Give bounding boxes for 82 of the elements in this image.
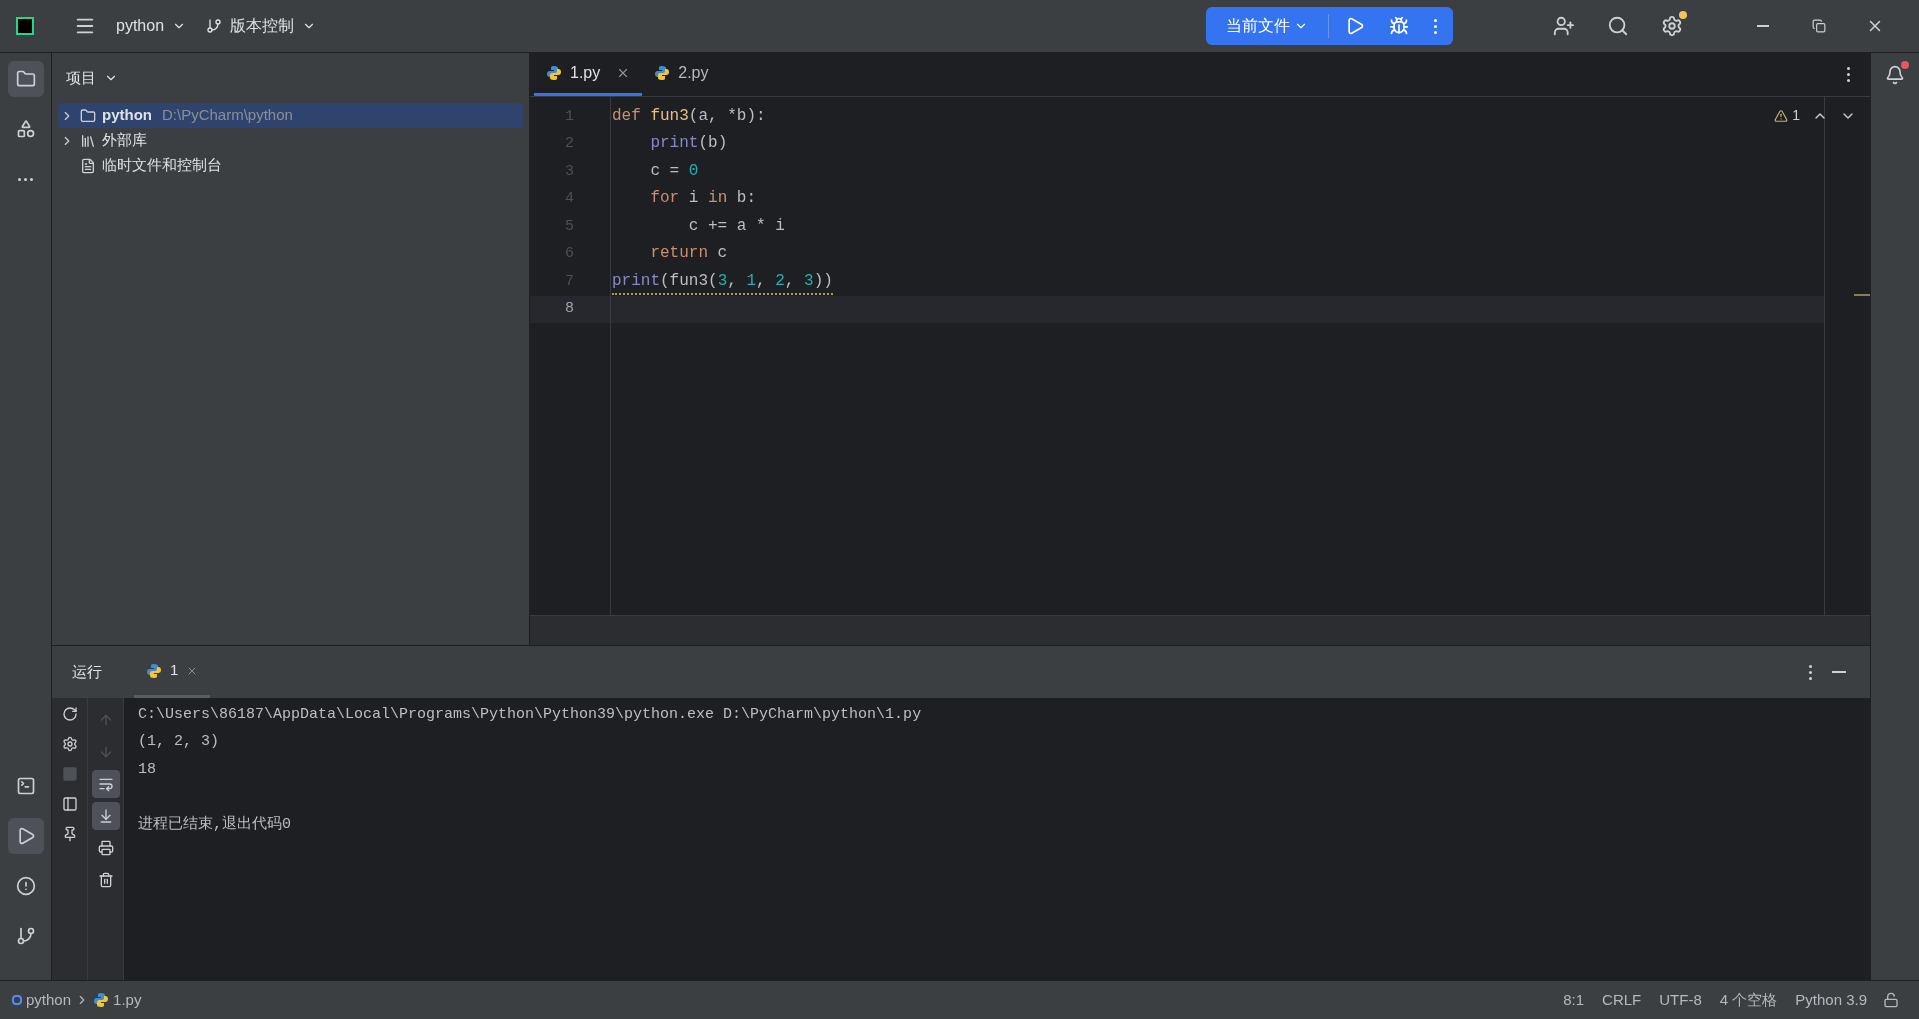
python-file-icon bbox=[146, 662, 162, 679]
line-number: 8 bbox=[565, 299, 574, 319]
list-icon bbox=[80, 157, 96, 174]
python-file-icon bbox=[546, 65, 562, 81]
console-line: 18 bbox=[138, 759, 156, 780]
bell-icon bbox=[1885, 65, 1905, 85]
status-item[interactable]: UTF-8 bbox=[1659, 988, 1702, 1012]
more-icon[interactable] bbox=[1846, 66, 1850, 83]
code-line: c += a * i bbox=[687, 215, 785, 237]
editor-tab[interactable]: 2.py bbox=[642, 53, 721, 96]
panel-title: 运行 bbox=[71, 661, 103, 682]
module-icon bbox=[12, 995, 22, 1005]
tree-item-label: 外部库 bbox=[102, 130, 147, 151]
minimize-icon bbox=[1757, 25, 1769, 27]
folder-icon bbox=[15, 69, 36, 89]
more-icon bbox=[1433, 18, 1437, 34]
console-line: C:\Users\86187\AppData\Local\Programs\Python\Python39\python.exe D:\PyCharm\python\1.py bbox=[138, 704, 922, 725]
vcs-dropdown[interactable]: 版本控制 bbox=[206, 14, 317, 38]
printer-icon bbox=[97, 840, 114, 856]
warning-icon bbox=[1774, 108, 1789, 123]
python-file-icon bbox=[654, 65, 671, 81]
status-item[interactable]: 8:1 bbox=[1563, 988, 1585, 1012]
breadcrumb[interactable]: 1.py bbox=[93, 988, 142, 1012]
settings-icon[interactable] bbox=[61, 736, 78, 752]
console-line: 进程已结束,退出代码0 bbox=[138, 814, 291, 835]
settings-icon bbox=[1661, 15, 1683, 37]
more-icon[interactable] bbox=[1808, 664, 1812, 680]
play-icon bbox=[1345, 16, 1365, 36]
shapes-icon bbox=[15, 119, 36, 139]
tree-item[interactable]: python D:\PyCharm\python bbox=[58, 103, 523, 128]
search-icon bbox=[1607, 15, 1629, 37]
code-line: return c bbox=[649, 243, 728, 265]
app-logo-icon bbox=[16, 17, 34, 35]
branch-icon bbox=[206, 18, 223, 34]
code-line: c = 0 bbox=[649, 160, 699, 182]
tree-item[interactable]: 临时文件和控制台 bbox=[58, 153, 523, 178]
layout-icon[interactable] bbox=[61, 796, 78, 812]
run-tool-button[interactable] bbox=[7, 818, 44, 854]
code-line: print(fun3(3, 1, 2, 3)) bbox=[612, 268, 833, 295]
editor-tab[interactable]: 1.py bbox=[534, 53, 643, 96]
tree-item-label: python bbox=[102, 105, 152, 126]
status-item[interactable]: Python 3.9 bbox=[1795, 988, 1867, 1012]
scroll-to-end-button[interactable] bbox=[91, 802, 120, 830]
more-icon bbox=[17, 177, 34, 181]
search-button[interactable] bbox=[1607, 15, 1629, 37]
folder-icon bbox=[80, 107, 96, 124]
branch-icon bbox=[15, 926, 36, 946]
breadcrumb-label: python bbox=[26, 989, 72, 1010]
project-tool-button[interactable] bbox=[7, 61, 44, 97]
library-icon bbox=[80, 132, 96, 149]
add-user-icon bbox=[1553, 15, 1575, 37]
restore-icon bbox=[1812, 19, 1826, 33]
tree-item[interactable]: 外部库 bbox=[58, 128, 523, 153]
run-tab[interactable]: 1 bbox=[134, 646, 211, 698]
status-item[interactable]: 4 个空格 bbox=[1719, 988, 1778, 1012]
terminal-icon bbox=[15, 776, 36, 796]
warning-marker bbox=[1854, 294, 1870, 296]
trash-icon bbox=[97, 872, 114, 888]
breadcrumb-label: 1.py bbox=[113, 989, 142, 1010]
python-file-icon bbox=[93, 992, 110, 1008]
tree-item-label: 临时文件和控制台 bbox=[102, 155, 222, 176]
run-config-dropdown[interactable]: 当前文件 bbox=[1214, 14, 1320, 38]
lock-icon[interactable] bbox=[1883, 992, 1899, 1008]
tab-label: 1.py bbox=[570, 63, 601, 83]
alert-icon bbox=[15, 876, 36, 896]
bug-icon bbox=[1389, 16, 1409, 36]
code-line: def fun3(a, *b): bbox=[612, 105, 766, 127]
breadcrumb[interactable]: python bbox=[12, 988, 72, 1012]
rerun-icon[interactable] bbox=[61, 706, 78, 722]
code-line: print(b) bbox=[649, 133, 728, 155]
project-dropdown[interactable]: python bbox=[116, 14, 187, 38]
soft-wrap-button[interactable] bbox=[91, 770, 120, 798]
tab-label: 2.py bbox=[678, 63, 709, 83]
console-line: (1, 2, 3) bbox=[138, 732, 219, 752]
tab-label: 1 bbox=[170, 660, 179, 681]
code-line: for i in b: bbox=[649, 188, 757, 210]
soft-wrap-icon bbox=[97, 776, 114, 792]
add-user-button[interactable] bbox=[1553, 15, 1575, 37]
project-view-dropdown[interactable]: 项目 bbox=[52, 53, 132, 103]
tree-item-path: D:\PyCharm\python bbox=[162, 105, 293, 126]
warning-counter[interactable]: 1 bbox=[1774, 105, 1800, 126]
status-item[interactable]: CRLF bbox=[1602, 988, 1642, 1012]
